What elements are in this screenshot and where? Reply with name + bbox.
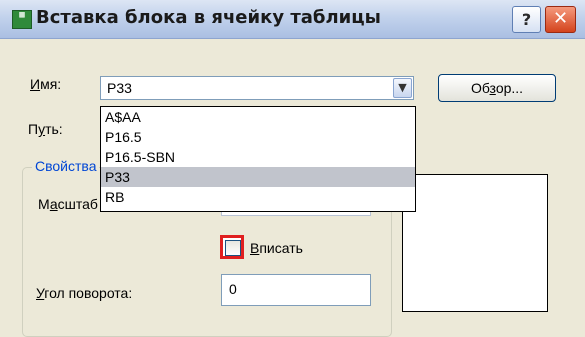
- properties-group-title: Свойства: [32, 158, 100, 174]
- path-label: Путь:: [28, 121, 63, 137]
- name-label-rest: мя:: [40, 76, 62, 92]
- fit-label-accel: В: [250, 240, 260, 256]
- rotation-angle-label: Угол поворота:: [36, 285, 132, 301]
- block-preview: [402, 174, 548, 312]
- window-title: Вставка блока в ячейку таблицы: [36, 7, 381, 28]
- browse-label-b: ор...: [495, 80, 524, 96]
- name-label: Имя:: [30, 76, 61, 92]
- scale-label: Масштаб: [38, 196, 98, 212]
- dropdown-item[interactable]: P16.5: [101, 127, 415, 147]
- path-label-b: ть:: [45, 121, 63, 137]
- name-combobox-value: Р33: [107, 80, 132, 96]
- name-combobox[interactable]: Р33 ▼: [100, 76, 414, 100]
- fit-checkbox[interactable]: [220, 235, 244, 259]
- fit-label: Вписать: [250, 240, 303, 256]
- angle-label-rest: гол поворота:: [44, 285, 133, 301]
- scale-label-a: М: [38, 196, 50, 212]
- fit-label-rest: писать: [259, 240, 303, 256]
- scale-label-accel: а: [49, 196, 58, 212]
- browse-button[interactable]: Обзор...: [438, 74, 556, 102]
- rotation-angle-input[interactable]: 0: [221, 274, 371, 306]
- scale-label-b: сштаб: [57, 196, 98, 212]
- dropdown-item-selected[interactable]: P33: [101, 167, 415, 187]
- title-bar: ▦ Вставка блока в ячейку таблицы ? ✕: [0, 0, 585, 39]
- help-button[interactable]: ?: [512, 6, 541, 33]
- path-label-a: П: [28, 121, 39, 137]
- dropdown-item[interactable]: RB: [101, 187, 415, 207]
- path-label-accel: у: [38, 121, 46, 137]
- name-dropdown-list[interactable]: A$AA P16.5 P16.5-SBN P33 RB: [100, 106, 416, 212]
- name-label-accel: И: [30, 76, 41, 92]
- rotation-angle-value: 0: [229, 281, 237, 297]
- block-table-icon: ▦: [12, 10, 32, 29]
- chevron-down-icon[interactable]: ▼: [393, 78, 412, 98]
- close-button[interactable]: ✕: [545, 6, 576, 33]
- checkbox-box: [225, 240, 241, 256]
- dropdown-item[interactable]: A$AA: [101, 107, 415, 127]
- dropdown-item[interactable]: P16.5-SBN: [101, 147, 415, 167]
- browse-label-a: Об: [470, 80, 490, 96]
